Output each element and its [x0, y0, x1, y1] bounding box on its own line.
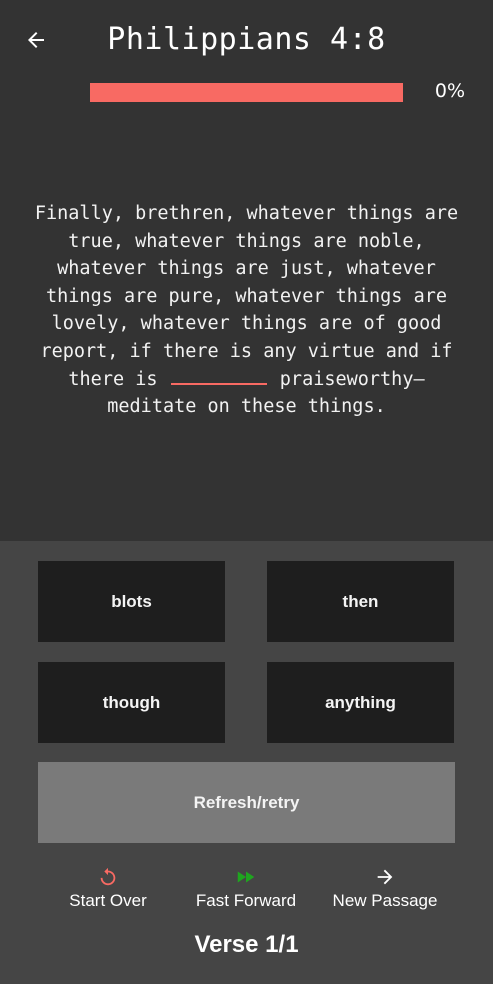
- refresh-retry-button[interactable]: Refresh/retry: [38, 762, 455, 843]
- verse-text-before: Finally, brethren, whatever things are t…: [34, 203, 459, 390]
- progress-percentage: 0%: [434, 80, 466, 102]
- page-title: Philippians 4:8: [107, 21, 386, 57]
- verse-text: Finally, brethren, whatever things are t…: [30, 200, 463, 421]
- verse-panel: Philippians 4:8 0% Finally, brethren, wh…: [0, 0, 493, 541]
- choice-button-though[interactable]: though: [38, 662, 225, 743]
- start-over-button[interactable]: Start Over: [38, 866, 178, 912]
- progress-fill: [90, 83, 403, 102]
- choice-button-then[interactable]: then: [267, 561, 454, 642]
- fast-forward-icon: [237, 871, 255, 883]
- start-over-label: Start Over: [69, 891, 147, 910]
- verse-blank: [170, 367, 267, 385]
- choice-button-blots[interactable]: blots: [38, 561, 225, 642]
- verse-counter: Verse 1/1: [194, 931, 299, 958]
- new-passage-button[interactable]: New Passage: [315, 866, 455, 912]
- choice-button-anything[interactable]: anything: [267, 662, 454, 743]
- back-button[interactable]: [18, 22, 54, 58]
- restart-icon: [100, 867, 116, 886]
- answer-panel: blots then though anything Refresh/retry…: [0, 541, 493, 984]
- fast-forward-label: Fast Forward: [195, 891, 297, 910]
- progress-bar: [90, 83, 403, 102]
- arrow-right-icon: [377, 869, 393, 885]
- arrow-left-icon: [28, 32, 44, 48]
- fast-forward-button[interactable]: Fast Forward: [176, 866, 316, 912]
- new-passage-label: New Passage: [332, 891, 438, 910]
